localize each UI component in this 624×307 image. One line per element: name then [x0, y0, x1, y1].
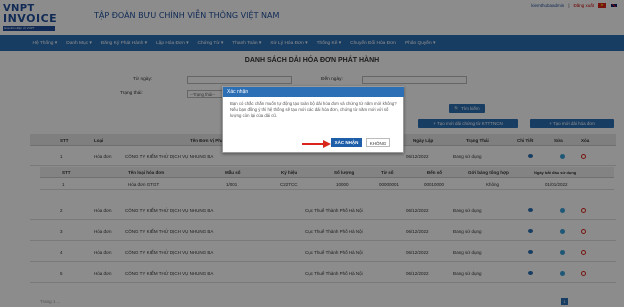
confirm-button[interactable]: XÁC NHẬN	[331, 138, 362, 147]
dialog-message: Bạn có chắc chắn muốn tự động tạo toàn b…	[230, 101, 397, 118]
modal-backdrop[interactable]	[0, 0, 624, 307]
dialog-title: Xác nhận	[223, 87, 404, 97]
red-arrow-annotation-icon	[302, 140, 331, 148]
cancel-button[interactable]: KHÔNG	[366, 138, 390, 147]
